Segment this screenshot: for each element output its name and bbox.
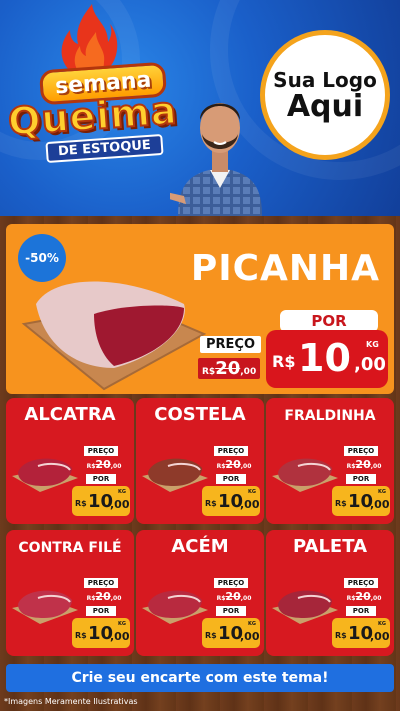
create-flyer-button[interactable]: Crie seu encarte com este tema! <box>6 664 394 692</box>
old-price-value: 20 <box>95 590 111 603</box>
price-tag: R$ 10 ,00 KG <box>72 618 130 648</box>
old-price-cents: ,00 <box>370 595 382 602</box>
por-label: POR <box>86 606 116 616</box>
price-currency: R$ <box>205 631 217 640</box>
product-card[interactable]: PALETA PREÇO R$20,00 POR R$ 10 ,00 KG <box>266 530 394 656</box>
old-price-cents: ,00 <box>110 463 122 470</box>
logo-text-line2: Aqui <box>286 89 364 124</box>
price-cents: ,00 <box>354 354 386 375</box>
price-currency: R$ <box>335 499 347 508</box>
product-card[interactable]: FRALDINHA PREÇO R$20,00 POR R$ 10 ,00 KG <box>266 398 394 524</box>
price-tag: R$ 10 ,00 KG <box>72 486 130 516</box>
preco-label: PREÇO <box>84 578 118 588</box>
product-name: ALCATRA <box>24 404 116 425</box>
price-tag: R$ 10 ,00 KG <box>202 618 260 648</box>
price-unit: KG <box>378 489 386 495</box>
price-tag: R$ 10 ,00 KG <box>202 486 260 516</box>
price-cents: ,00 <box>370 498 390 511</box>
meat-image <box>272 590 338 624</box>
product-name: COSTELA <box>154 404 246 425</box>
featured-price-tag: R$ 10 ,00 KG <box>266 330 388 388</box>
disclaimer-text: *Imagens Meramente Ilustrativas <box>4 697 138 706</box>
price-cents: ,00 <box>370 630 390 643</box>
meat-image <box>12 458 78 492</box>
old-price-cents: ,00 <box>110 595 122 602</box>
old-price-value: 20 <box>225 458 241 471</box>
old-price-cents: ,00 <box>240 367 257 377</box>
price-cents: ,00 <box>110 630 130 643</box>
product-name: PALETA <box>292 536 368 557</box>
preco-label: PREÇO <box>84 446 118 456</box>
preco-label: PREÇO <box>214 446 248 456</box>
price-unit: KG <box>118 621 126 627</box>
discount-badge: -50% <box>18 234 66 282</box>
old-price-currency: R$ <box>202 367 216 377</box>
por-label: POR <box>216 606 246 616</box>
price-value: 10 <box>298 336 351 380</box>
price-cents: ,00 <box>240 630 260 643</box>
logo-placeholder: Sua Logo Aqui <box>260 30 390 160</box>
featured-preco-label: PREÇO <box>200 336 262 353</box>
preco-label: PREÇO <box>214 578 248 588</box>
old-price: R$20,00 <box>84 590 124 603</box>
old-price-value: 20 <box>95 458 111 471</box>
old-price: R$20,00 <box>84 458 124 471</box>
old-price-value: 20 <box>225 590 241 603</box>
price-tag: R$ 10 ,00 KG <box>332 486 390 516</box>
price-currency: R$ <box>75 631 87 640</box>
por-label: POR <box>346 606 376 616</box>
product-card[interactable]: ALCATRA PREÇO R$20,00 POR R$ 10 ,00 KG <box>6 398 134 524</box>
header-banner: semana Queima DE ESTOQUE Sua Logo Aqui <box>0 0 400 216</box>
price-unit: KG <box>366 340 379 349</box>
old-price: R$20,00 <box>214 590 254 603</box>
product-card[interactable]: COSTELA PREÇO R$20,00 POR R$ 10 ,00 KG <box>136 398 264 524</box>
meat-image <box>142 458 208 492</box>
meat-image <box>272 458 338 492</box>
old-price-value: 20 <box>355 590 371 603</box>
old-price-value: 20 <box>215 358 241 379</box>
featured-old-price: R$20,00 <box>198 358 261 379</box>
old-price-cents: ,00 <box>240 463 252 470</box>
featured-por-label: POR <box>280 310 378 332</box>
person-pointing-illustration <box>170 103 262 216</box>
price-unit: KG <box>378 621 386 627</box>
preco-label: PREÇO <box>344 578 378 588</box>
price-currency: R$ <box>272 352 296 371</box>
product-name: ACÉM <box>171 536 229 557</box>
por-label: POR <box>216 474 246 484</box>
old-price: R$20,00 <box>344 458 384 471</box>
old-price-cents: ,00 <box>370 463 382 470</box>
old-price-cents: ,00 <box>240 595 252 602</box>
price-currency: R$ <box>75 499 87 508</box>
price-currency: R$ <box>205 499 217 508</box>
por-label: POR <box>86 474 116 484</box>
price-tag: R$ 10 ,00 KG <box>332 618 390 648</box>
preco-label: PREÇO <box>344 446 378 456</box>
price-cents: ,00 <box>110 498 130 511</box>
meat-image <box>12 590 78 624</box>
old-price-value: 20 <box>355 458 371 471</box>
price-cents: ,00 <box>240 498 260 511</box>
price-unit: KG <box>248 621 256 627</box>
product-name: CONTRA FILÉ <box>18 540 122 556</box>
meat-image <box>142 590 208 624</box>
old-price: R$20,00 <box>214 458 254 471</box>
product-card[interactable]: ACÉM PREÇO R$20,00 POR R$ 10 ,00 KG <box>136 530 264 656</box>
por-label: POR <box>346 474 376 484</box>
price-unit: KG <box>248 489 256 495</box>
featured-product-name: PICANHA <box>190 248 380 289</box>
price-currency: R$ <box>335 631 347 640</box>
product-card[interactable]: CONTRA FILÉ PREÇO R$20,00 POR R$ 10 ,00 … <box>6 530 134 656</box>
old-price: R$20,00 <box>344 590 384 603</box>
product-name: FRALDINHA <box>284 408 376 424</box>
price-unit: KG <box>118 489 126 495</box>
